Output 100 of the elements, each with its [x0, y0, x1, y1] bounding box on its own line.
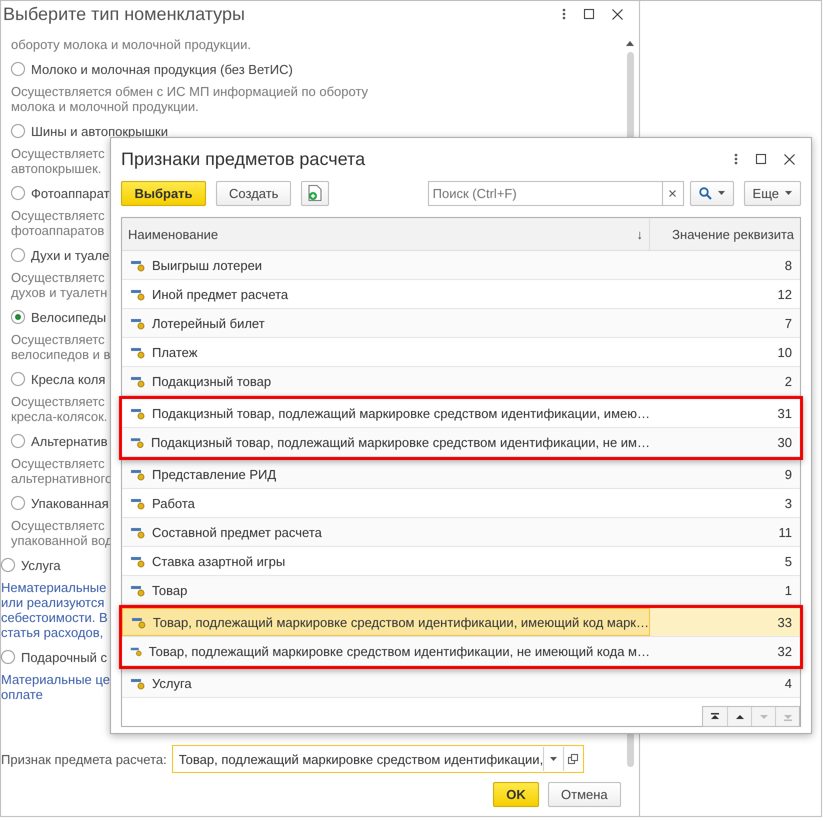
option-description: автопокрышек.: [11, 161, 102, 176]
table-row[interactable]: Представление РИД 9: [122, 460, 800, 489]
option-label: Молоко и молочная продукция (без ВетИС): [31, 62, 293, 76]
table-row[interactable]: Услуга 4: [122, 669, 800, 698]
list-item-icon: [130, 345, 146, 359]
name-cell: Платеж: [122, 338, 650, 366]
table-row[interactable]: Составной предмет расчета 11: [122, 518, 800, 547]
radio-button[interactable]: [11, 434, 25, 448]
option-description: Нематериальные: [1, 580, 106, 595]
value-cell-text: 32: [776, 642, 793, 660]
open-icon[interactable]: [568, 754, 578, 764]
option-description: Материальные це: [1, 672, 110, 687]
scroll-up-icon[interactable]: [626, 41, 634, 46]
table-row[interactable]: Товар 1: [122, 576, 800, 605]
radio-button[interactable]: [11, 186, 25, 200]
value-cell-text: 10: [776, 344, 793, 362]
list-item-icon: [130, 676, 146, 690]
option-description: Осуществляетс: [11, 208, 105, 223]
radio-button[interactable]: [11, 124, 25, 138]
option-description: Осуществляетс: [11, 456, 105, 471]
field-label: Признак предмета расчета:: [1, 752, 167, 766]
table-row[interactable]: Товар, подлежащий маркировке средством идентификации, не имеющий кода м… 32: [122, 637, 800, 666]
option-description: Осуществляетс: [11, 332, 105, 347]
option-label: Велосипеды: [31, 310, 106, 324]
add-document-icon: [308, 185, 322, 201]
table-row[interactable]: Подакцизный товар, подлежащий маркировке средством идентификации, не им… 30: [122, 428, 800, 457]
search-icon: [698, 186, 712, 200]
name-cell: Товар, подлежащий маркировке средством идентификации, имеющий код марк…: [122, 608, 650, 636]
radio-button[interactable]: [11, 496, 25, 510]
radio-button[interactable]: [11, 372, 25, 386]
option-label: Подарочный с: [21, 650, 107, 664]
radio-button[interactable]: [11, 62, 25, 76]
clear-icon: [669, 190, 676, 196]
value-cell-text: 30: [776, 434, 793, 452]
value-cell-text: 9: [784, 466, 793, 484]
option-description: Осуществляется обмен с ИС МП информацией по обороту: [11, 84, 368, 99]
navigation-button[interactable]: [727, 707, 751, 726]
maximize-icon[interactable]: [756, 154, 766, 164]
name-cell: Ставка азартной игры: [122, 547, 650, 575]
name-cell: Иной предмет расчета: [122, 280, 650, 308]
value-cell-text: 4: [784, 674, 793, 692]
caret-icon: [550, 757, 558, 761]
list-item-icon: [130, 496, 146, 510]
name-cell: Подакцизный товар, подлежащий маркировке средством идентификации, имею…: [122, 399, 650, 427]
list-item-icon: [130, 525, 146, 539]
name-cell: Товар: [122, 576, 650, 604]
name-cell: Услуга: [122, 669, 650, 697]
option-description: фотоаппаратов: [11, 223, 104, 238]
radio-button[interactable]: [1, 650, 15, 664]
select-button[interactable]: Выбрать: [121, 180, 206, 206]
list-item-icon: [130, 258, 146, 272]
more-icon[interactable]: [562, 8, 566, 20]
name-cell: Подакцизный товар, подлежащий маркировке средством идентификации, не им…: [122, 428, 650, 456]
add-document-button[interactable]: [301, 180, 329, 206]
value-cell-text: 2: [784, 372, 793, 390]
option-description: Осуществляетс: [11, 518, 105, 533]
more-button[interactable]: Еще: [744, 180, 801, 206]
caret-icon: [718, 191, 725, 195]
option-description: статья расходов,: [1, 625, 104, 640]
value-cell-text: 8: [784, 256, 793, 274]
clear-button[interactable]: [662, 180, 684, 206]
table-row[interactable]: Товар, подлежащий маркировке средством идентификации, имеющий код марк… 33: [122, 608, 800, 637]
list-item-icon: [130, 316, 146, 330]
table-row[interactable]: Подакцизный товар 2: [122, 367, 800, 396]
select-field[interactable]: Товар, подлежащий маркировке средством идентификации,: [172, 745, 584, 773]
radio-button[interactable]: [11, 310, 25, 324]
option-label: Услуга: [21, 558, 61, 572]
close-icon[interactable]: [612, 8, 623, 20]
cancel-button[interactable]: Отмена: [548, 782, 621, 807]
value-cell-text: 31: [776, 404, 793, 422]
column-header[interactable]: Наименование ↓: [122, 218, 650, 250]
search-field[interactable]: Поиск (Ctrl+F): [428, 180, 662, 206]
option-label: Альтернатив: [31, 434, 108, 448]
radio-button[interactable]: [11, 248, 25, 262]
option-description: альтернативного: [11, 471, 112, 486]
radio-button[interactable]: [1, 558, 15, 572]
value-cell-text: 5: [784, 552, 793, 570]
option-label: Духи и туале: [31, 248, 110, 262]
list-item-icon: [130, 467, 146, 481]
option-description: себестоимости. В: [1, 610, 108, 625]
dialog-title: Признаки предметов расчета: [121, 148, 366, 170]
more-icon[interactable]: [734, 153, 738, 165]
close-icon[interactable]: [784, 154, 795, 164]
create-button[interactable]: Создать: [216, 180, 292, 206]
list-item-icon: [130, 554, 146, 568]
list-item-icon: [130, 583, 146, 597]
maximize-icon[interactable]: [584, 9, 594, 19]
option-description: обороту молока и молочной продукции.: [11, 37, 252, 52]
search-button[interactable]: [690, 180, 734, 206]
value-cell-text: 7: [784, 314, 793, 332]
table-row[interactable]: Выигрыш лотереи 8: [122, 251, 800, 280]
column-header[interactable]: Значение реквизита: [650, 218, 800, 250]
table-row[interactable]: Лотерейный билет 7: [122, 309, 800, 338]
name-cell: Составной предмет расчета: [122, 518, 650, 546]
table-row[interactable]: Подакцизный товар, подлежащий маркировке средством идентификации, имею… 31: [122, 399, 800, 428]
name-cell: Работа: [122, 489, 650, 517]
ok-button[interactable]: OK: [493, 782, 539, 807]
navigation-button[interactable]: [703, 707, 727, 726]
list-item-icon: [130, 374, 146, 388]
option-description: духов и туалетн: [11, 285, 108, 300]
